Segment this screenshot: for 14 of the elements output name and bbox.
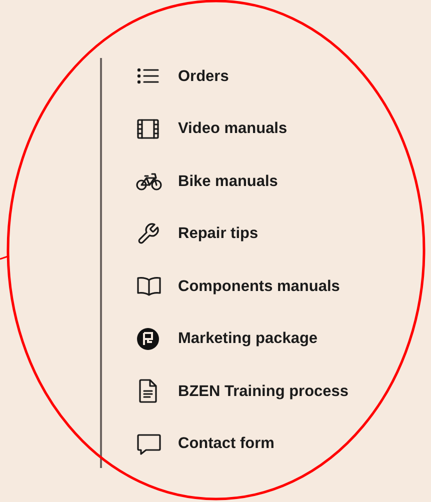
menu-item[interactable]: Marketing package	[136, 326, 318, 351]
menu-item[interactable]: Components manuals	[136, 274, 340, 298]
open-book-icon	[136, 274, 162, 298]
menu-item[interactable]: Orders	[136, 64, 229, 88]
film-icon	[136, 116, 160, 141]
wrench-icon	[136, 222, 160, 246]
menu-item[interactable]: Contact form	[136, 432, 274, 456]
round-logo-icon	[136, 326, 160, 351]
menu-item[interactable]: Repair tips	[136, 222, 258, 246]
menu-item[interactable]: Bike manuals	[136, 169, 278, 194]
menu-item[interactable]: Video manuals	[136, 116, 288, 141]
speech-bubble-icon	[136, 432, 162, 456]
menu-item[interactable]: BZEN Training process	[136, 378, 349, 404]
document-icon	[136, 378, 160, 404]
